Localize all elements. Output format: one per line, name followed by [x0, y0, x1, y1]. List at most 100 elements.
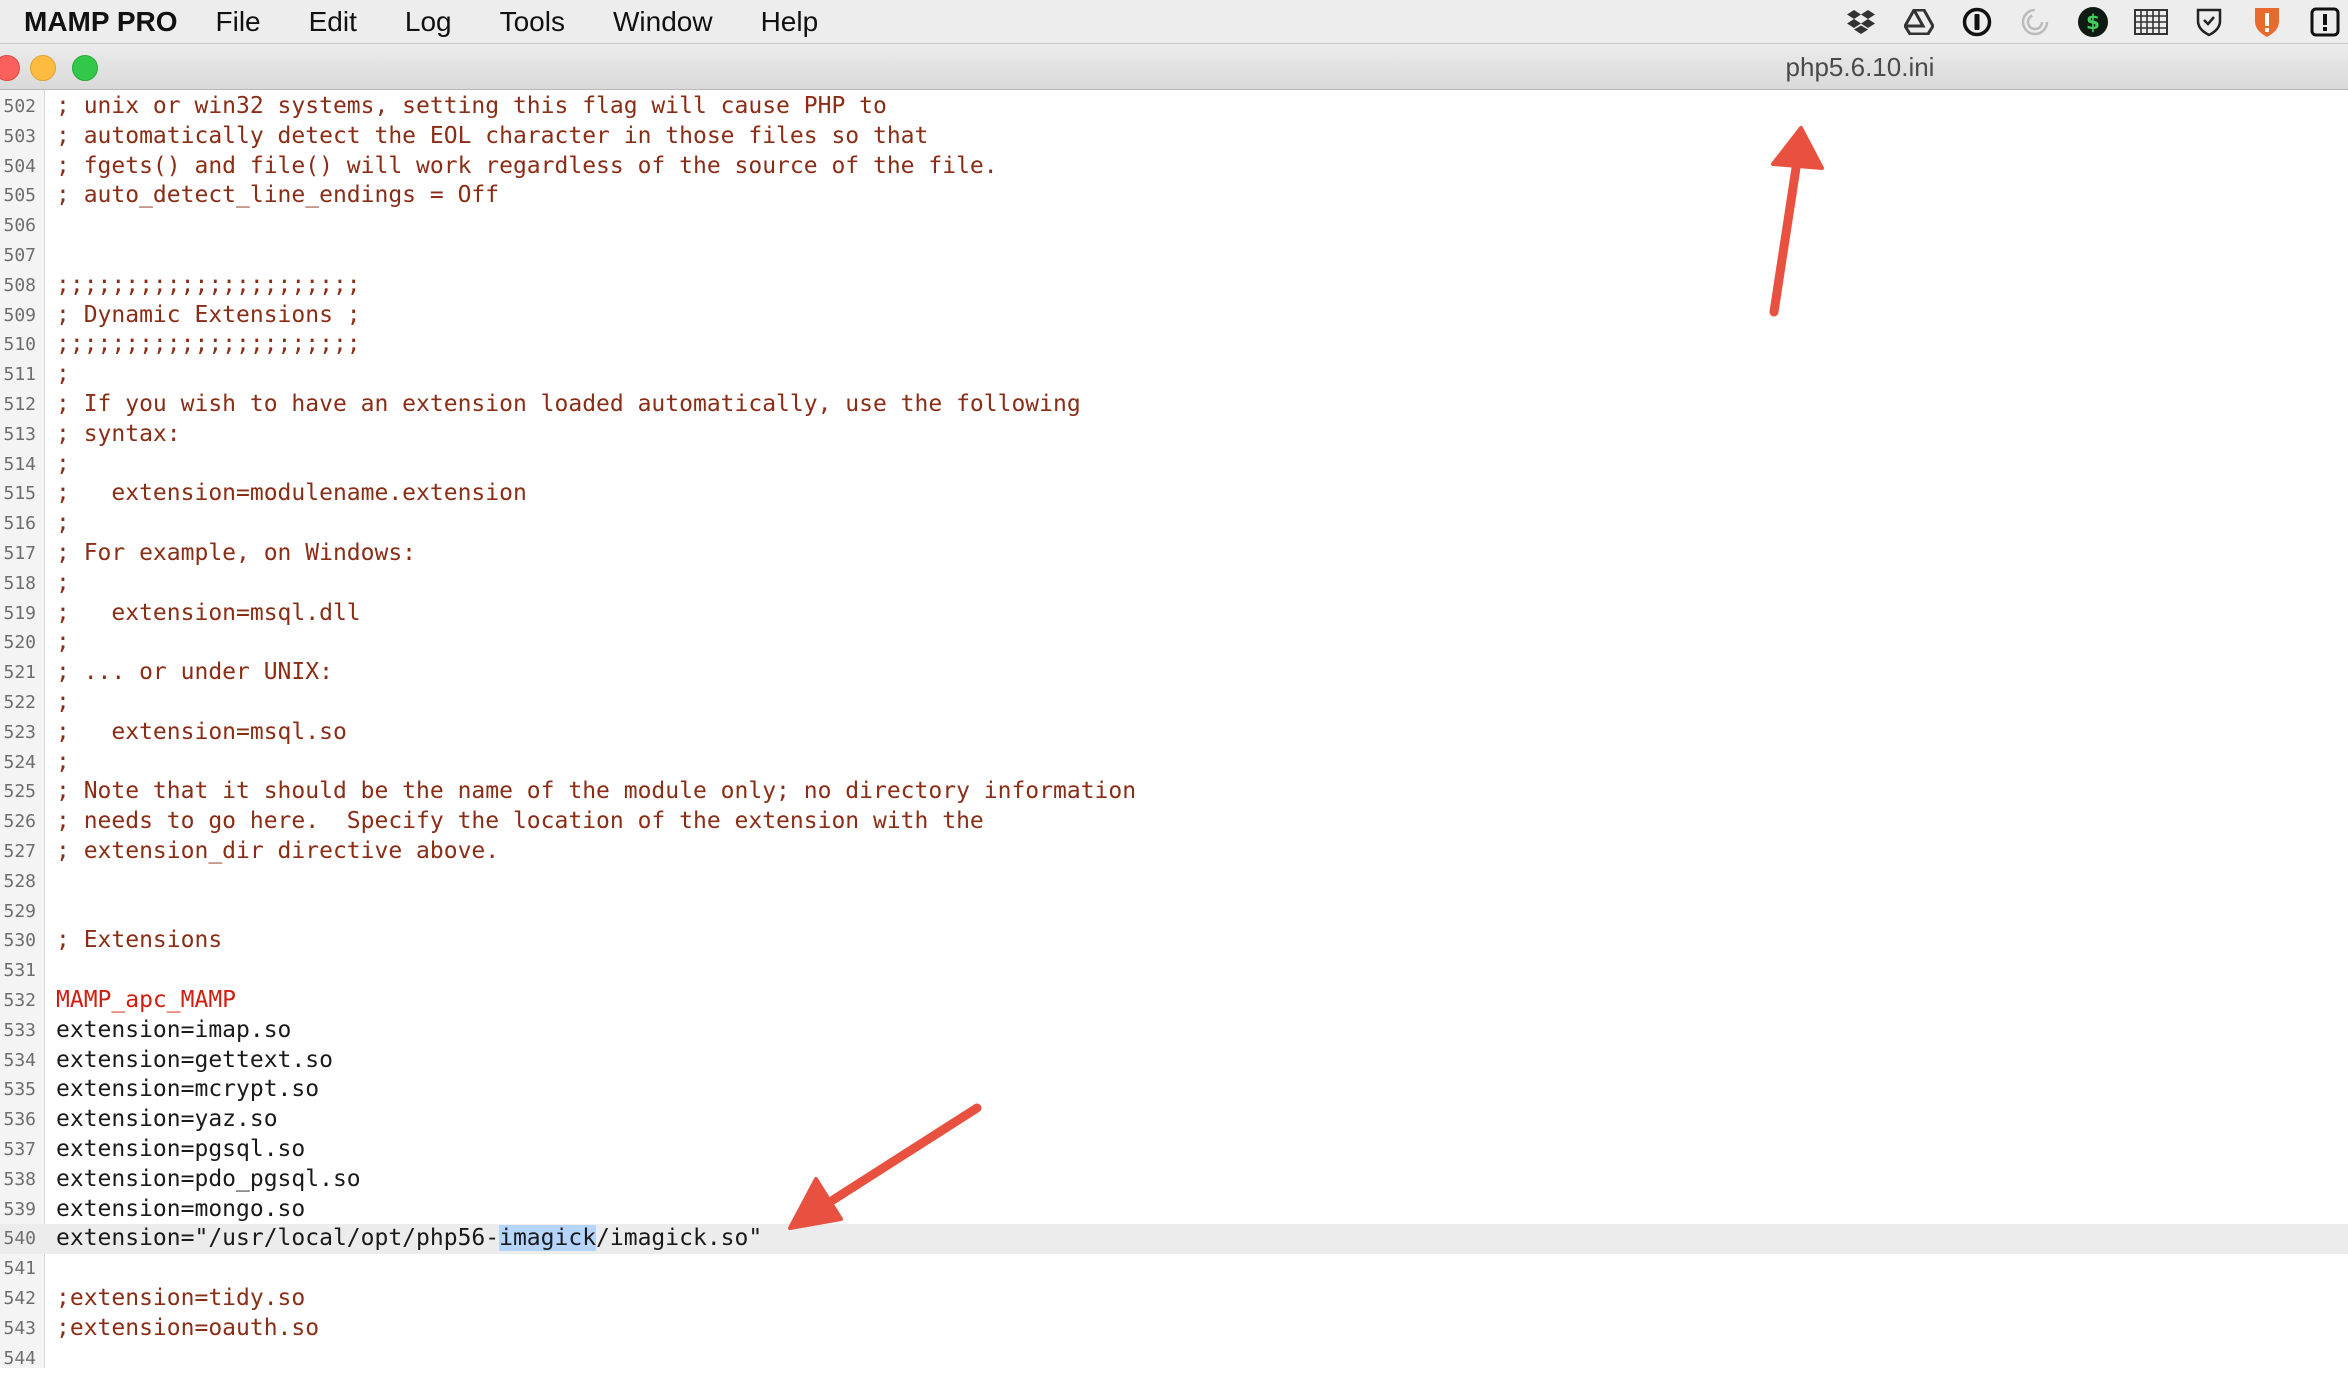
code-line-502[interactable]: 502 ; unix or win32 systems, setting this… — [0, 92, 2348, 122]
line-text[interactable]: MAMP_apc_MAMP — [56, 986, 236, 1016]
code-line-530[interactable]: 530 ; Extensions — [0, 926, 2348, 956]
line-text[interactable]: ; — [56, 360, 70, 390]
line-text[interactable]: ; auto_detect_line_endings = Off — [56, 181, 499, 211]
code-line-543[interactable]: 543 ;extension=oauth.so — [0, 1314, 2348, 1344]
line-text[interactable]: ; extension=modulename.extension — [56, 479, 527, 509]
line-text[interactable]: ; Dynamic Extensions ; — [56, 301, 361, 331]
spinner-icon[interactable] — [2018, 5, 2052, 39]
dollar-icon[interactable]: $ — [2076, 5, 2110, 39]
line-text[interactable]: ; — [56, 748, 70, 778]
code-line-511[interactable]: 511; — [0, 360, 2348, 390]
code-line-529[interactable]: 529 — [0, 897, 2348, 927]
line-text[interactable]: ; If you wish to have an extension loade… — [56, 390, 1081, 420]
line-text[interactable]: extension="/usr/local/opt/php56-imagick/… — [56, 1224, 762, 1254]
dropbox-icon[interactable] — [1844, 5, 1878, 39]
code-line-535[interactable]: 535 extension=mcrypt.so — [0, 1075, 2348, 1105]
line-text[interactable]: extension=pgsql.so — [56, 1135, 305, 1165]
code-line-504[interactable]: 504 ; fgets() and file() will work regard… — [0, 152, 2348, 182]
code-line-536[interactable]: 536 extension=yaz.so — [0, 1105, 2348, 1135]
google-drive-icon[interactable] — [1902, 5, 1936, 39]
line-text[interactable]: extension=pdo_pgsql.so — [56, 1165, 361, 1195]
menu-edit[interactable]: Edit — [309, 6, 357, 38]
code-line-523[interactable]: 523 ; extension=msql.so — [0, 718, 2348, 748]
code-line-513[interactable]: 513 ; syntax: — [0, 420, 2348, 450]
code-line-517[interactable]: 517 ; For example, on Windows: — [0, 539, 2348, 569]
text-editor[interactable]: 502 ; unix or win32 systems, setting this… — [0, 90, 2348, 1369]
line-text[interactable]: ; — [56, 509, 70, 539]
line-text[interactable]: extension=mongo.so — [56, 1195, 305, 1225]
code-line-509[interactable]: 509 ; Dynamic Extensions ; — [0, 301, 2348, 331]
line-text[interactable]: ; needs to go here. Specify the location… — [56, 807, 984, 837]
line-text[interactable]: ; extension=msql.so — [56, 718, 347, 748]
code-line-532[interactable]: 532 MAMP_apc_MAMP — [0, 986, 2348, 1016]
code-line-514[interactable]: 514; — [0, 450, 2348, 480]
line-text[interactable]: ; fgets() and file() will work regardles… — [56, 152, 998, 182]
line-text[interactable]: extension=mcrypt.so — [56, 1075, 319, 1105]
code-line-519[interactable]: 519 ; extension=msql.dll — [0, 599, 2348, 629]
code-line-524[interactable]: 524; — [0, 748, 2348, 778]
code-line-515[interactable]: 515 ; extension=modulename.extension — [0, 479, 2348, 509]
menu-log[interactable]: Log — [405, 6, 452, 38]
line-text[interactable]: ;extension=tidy.so — [56, 1284, 305, 1314]
grid-icon[interactable] — [2134, 5, 2168, 39]
code-line-544[interactable]: 544 — [0, 1344, 2348, 1373]
code-line-537[interactable]: 537 extension=pgsql.so — [0, 1135, 2348, 1165]
line-text[interactable]: ; — [56, 569, 70, 599]
code-line-528[interactable]: 528 — [0, 867, 2348, 897]
security-badge-icon[interactable] — [2250, 5, 2284, 39]
code-line-516[interactable]: 516; — [0, 509, 2348, 539]
code-line-505[interactable]: 505 ; auto_detect_line_endings = Off — [0, 181, 2348, 211]
minimize-window-button[interactable] — [30, 55, 56, 81]
code-line-541[interactable]: 541 — [0, 1254, 2348, 1284]
code-line-507[interactable]: 507 — [0, 241, 2348, 271]
code-line-525[interactable]: 525 ; Note that it should be the name of … — [0, 777, 2348, 807]
line-text[interactable]: ;;;;;;;;;;;;;;;;;;;;;; — [56, 330, 361, 360]
code-line-534[interactable]: 534 extension=gettext.so — [0, 1046, 2348, 1076]
line-text[interactable]: extension=yaz.so — [56, 1105, 278, 1135]
code-line-526[interactable]: 526 ; needs to go here. Specify the locat… — [0, 807, 2348, 837]
line-text[interactable]: ;extension=oauth.so — [56, 1314, 319, 1344]
line-text[interactable]: extension=imap.so — [56, 1016, 291, 1046]
code-line-508[interactable]: 508;;;;;;;;;;;;;;;;;;;;;; — [0, 271, 2348, 301]
menu-help[interactable]: Help — [761, 6, 819, 38]
code-line-527[interactable]: 527 ; extension_dir directive above. — [0, 837, 2348, 867]
code-line-520[interactable]: 520; — [0, 628, 2348, 658]
shield-icon[interactable] — [2192, 5, 2226, 39]
line-text[interactable]: ;;;;;;;;;;;;;;;;;;;;;; — [56, 271, 361, 301]
line-text[interactable]: ; Extensions — [56, 926, 222, 956]
code-line-540[interactable]: 540 extension="/usr/local/opt/php56-imagi… — [0, 1224, 2348, 1255]
text-selection[interactable]: imagick — [499, 1225, 597, 1252]
line-text[interactable]: ; syntax: — [56, 420, 181, 450]
menu-tools[interactable]: Tools — [500, 6, 565, 38]
code-line-503[interactable]: 503 ; automatically detect the EOL charac… — [0, 122, 2348, 152]
line-text[interactable]: ; extension_dir directive above. — [56, 837, 499, 867]
code-line-533[interactable]: 533 extension=imap.so — [0, 1016, 2348, 1046]
line-text[interactable]: ; — [56, 688, 70, 718]
code-line-506[interactable]: 506 — [0, 211, 2348, 241]
line-text[interactable]: ; For example, on Windows: — [56, 539, 416, 569]
line-text[interactable]: ; unix or win32 systems, setting this fl… — [56, 92, 887, 122]
code-line-512[interactable]: 512 ; If you wish to have an extension lo… — [0, 390, 2348, 420]
line-text[interactable]: extension=gettext.so — [56, 1046, 333, 1076]
code-line-538[interactable]: 538 extension=pdo_pgsql.so — [0, 1165, 2348, 1195]
code-line-542[interactable]: 542 ;extension=tidy.so — [0, 1284, 2348, 1314]
zoom-window-button[interactable] — [72, 55, 98, 81]
line-text[interactable]: ; ... or under UNIX: — [56, 658, 333, 688]
code-line-539[interactable]: 539 extension=mongo.so — [0, 1195, 2348, 1225]
menu-window[interactable]: Window — [613, 6, 713, 38]
menu-file[interactable]: File — [216, 6, 261, 38]
code-line-510[interactable]: 510;;;;;;;;;;;;;;;;;;;;;; — [0, 330, 2348, 360]
line-text[interactable]: ; extension=msql.dll — [56, 599, 361, 629]
alert-icon[interactable] — [2308, 5, 2342, 39]
line-text[interactable]: ; automatically detect the EOL character… — [56, 122, 928, 152]
onepassword-icon[interactable] — [1960, 5, 1994, 39]
code-line-522[interactable]: 522; — [0, 688, 2348, 718]
close-window-button[interactable] — [0, 55, 20, 81]
line-text[interactable]: ; — [56, 628, 70, 658]
line-text[interactable]: ; — [56, 450, 70, 480]
code-line-521[interactable]: 521 ; ... or under UNIX: — [0, 658, 2348, 688]
menu-app-name[interactable]: MAMP PRO — [24, 6, 178, 38]
code-line-531[interactable]: 531 — [0, 956, 2348, 986]
code-line-518[interactable]: 518; — [0, 569, 2348, 599]
line-text[interactable]: ; Note that it should be the name of the… — [56, 777, 1136, 807]
